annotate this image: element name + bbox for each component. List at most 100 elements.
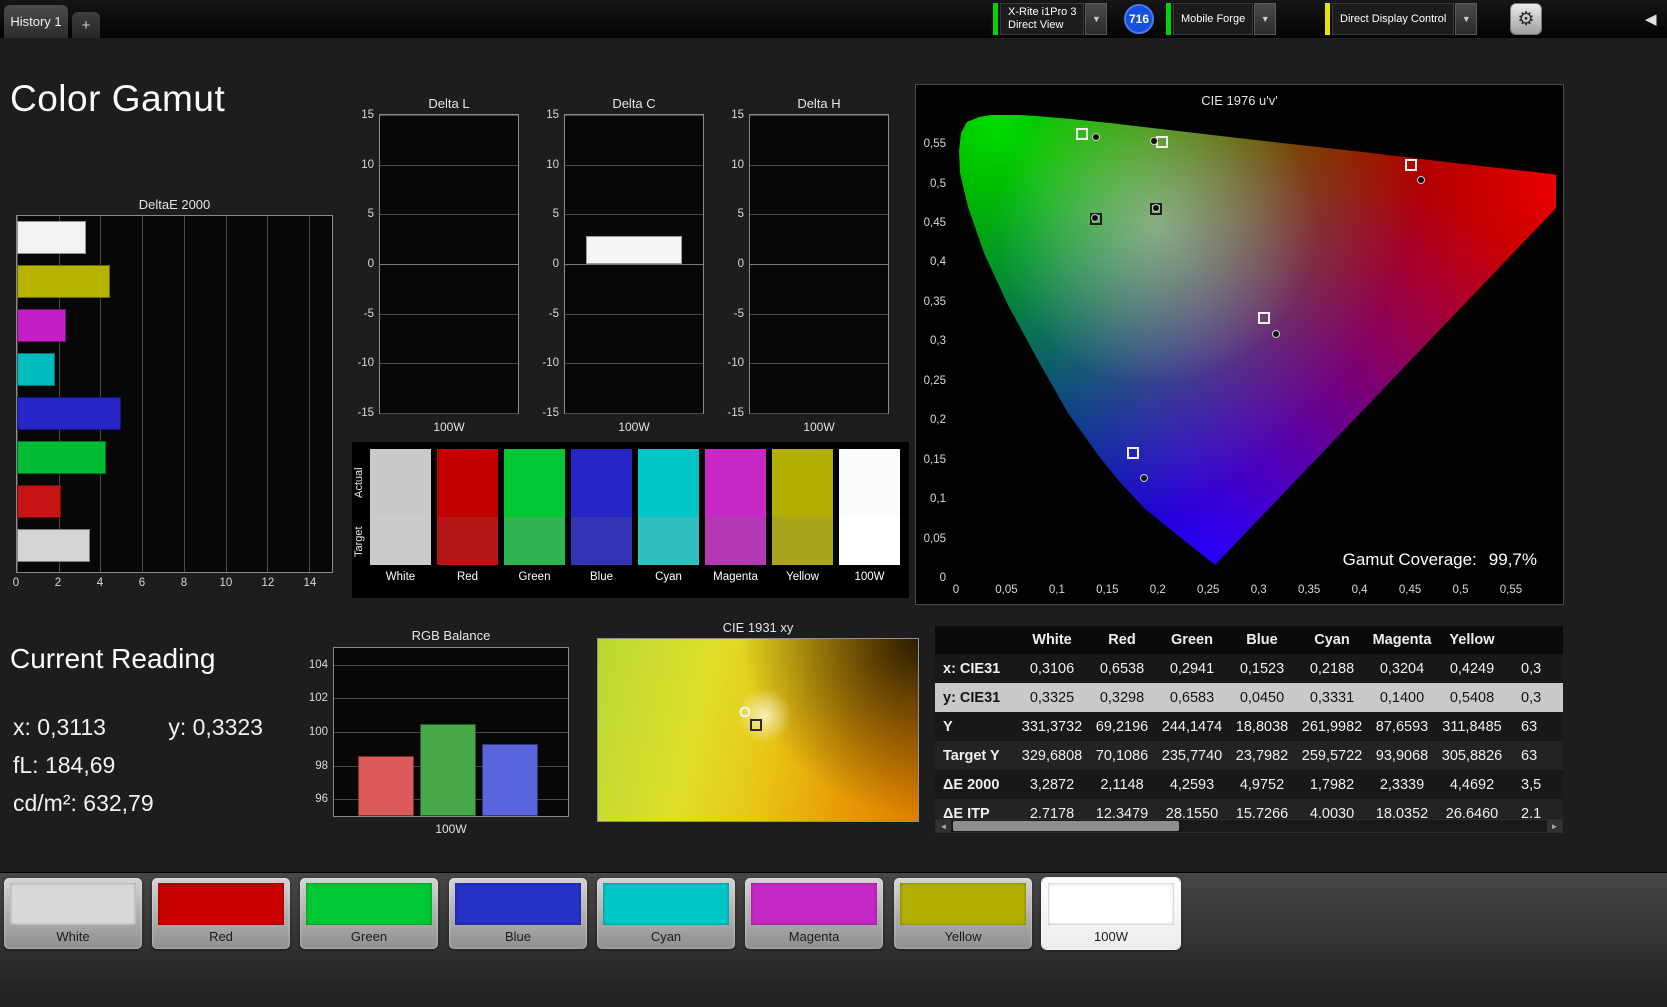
patch-swatch	[158, 883, 284, 925]
y-axis-tick-label: 0	[714, 258, 744, 270]
results-table: WhiteRedGreenBlueCyanMagentaYellow x: CI…	[935, 626, 1563, 818]
delta-bar	[586, 236, 683, 264]
x-axis-tick-label: 0,1	[1049, 584, 1065, 596]
table-row[interactable]: x: CIE31 0,31060,65380,29410,15230,21880…	[935, 654, 1563, 683]
patch-name: Blue	[571, 571, 632, 583]
tab-label: History 1	[10, 14, 61, 29]
top-toolbar: History 1 + X-Rite i1Pro 3 Direct View ▼…	[0, 0, 1667, 38]
y-axis-tick-label: 0	[940, 572, 946, 584]
table-cell: 4,2593	[1157, 777, 1227, 793]
y-axis-tick-label: 102	[298, 692, 328, 704]
patch-button-green[interactable]: Green	[300, 878, 438, 949]
settings-button[interactable]: ⚙	[1510, 3, 1542, 35]
measured-dot-yellow	[1151, 138, 1157, 144]
patch-label: 100W	[1042, 929, 1180, 944]
device-selector[interactable]: X-Rite i1Pro 3 Direct View	[1000, 3, 1084, 35]
table-header-row: WhiteRedGreenBlueCyanMagentaYellow	[935, 626, 1563, 654]
patch-swatch	[751, 883, 877, 925]
reading-fl: fL: 184,69	[13, 746, 263, 784]
table-cell: 0,1400	[1367, 690, 1437, 706]
display-control-name: Direct Display Control	[1340, 13, 1446, 26]
y-label: y:	[168, 714, 186, 740]
scroll-left-button[interactable]: ◄	[936, 820, 951, 832]
table-row-label: Y	[935, 719, 1017, 735]
deltae-bar-green	[17, 441, 106, 474]
cd-label: cd/m²:	[13, 790, 77, 816]
target-swatch	[504, 517, 565, 565]
table-row[interactable]: ΔE 2000 3,28722,11484,25934,97521,79822,…	[935, 770, 1563, 799]
x-axis-tick-label: 6	[139, 577, 145, 589]
y-axis-tick-label: 98	[298, 760, 328, 772]
source-selector[interactable]: Mobile Forge	[1173, 3, 1253, 35]
patch-column-red: Red	[437, 449, 498, 583]
table-cell: 70,1086	[1087, 748, 1157, 764]
patch-button-magenta[interactable]: Magenta	[745, 878, 883, 949]
patch-button-cyan[interactable]: Cyan	[597, 878, 735, 949]
table-cell: 0,2188	[1297, 661, 1367, 677]
patch-button-yellow[interactable]: Yellow	[894, 878, 1032, 949]
table-row[interactable]: Target Y 329,680870,1086235,774023,79822…	[935, 741, 1563, 770]
chart-title: Delta C	[564, 96, 704, 111]
actual-swatch	[571, 449, 632, 517]
cie1931-zoomed-field	[597, 638, 919, 822]
deltae2000-x-axis: 02468101214	[16, 577, 333, 591]
gamut-coverage-value: 99,7%	[1489, 550, 1537, 570]
patch-button-100w[interactable]: 100W	[1042, 878, 1180, 949]
patch-swatch	[306, 883, 432, 925]
cie1931-chart: CIE 1931 xy	[597, 620, 919, 825]
add-tab-button[interactable]: +	[72, 12, 100, 38]
measured-dot-cyan	[1092, 215, 1098, 221]
patch-button-white[interactable]: White	[4, 878, 142, 949]
device-dropdown-button[interactable]: ▼	[1085, 3, 1107, 35]
x-axis-tick-label: 4	[97, 577, 103, 589]
reading-xy: x: 0,3113 y: 0,3323	[13, 708, 263, 746]
gridline	[267, 216, 268, 572]
y-value: 0,3323	[193, 714, 263, 740]
reading-count-badge[interactable]: 716	[1124, 4, 1154, 34]
measured-point-marker	[740, 706, 751, 717]
y-axis-tick-label: 0,2	[930, 414, 946, 426]
delta-chart-delta-c: Delta C 151050-5-10-15 100W	[530, 96, 716, 441]
display-control-dropdown-button[interactable]: ▼	[1455, 3, 1477, 35]
x-axis-tick-label: 2	[55, 577, 61, 589]
y-axis-tick-label: 10	[344, 159, 374, 171]
patch-name: Cyan	[638, 571, 699, 583]
y-axis-tick-label: 0,15	[924, 454, 946, 466]
measured-dot-white	[1153, 205, 1159, 211]
y-axis-tick-label: -10	[344, 357, 374, 369]
table-scrollbar[interactable]: ◄ ►	[935, 819, 1563, 833]
rgb-bar-red	[358, 756, 414, 816]
table-row[interactable]: ΔE ITP 2,717812,347928,155015,72664,0030…	[935, 799, 1563, 818]
patch-button-blue[interactable]: Blue	[449, 878, 587, 949]
y-axis-tick-label: 10	[529, 159, 559, 171]
collapse-panel-button[interactable]: ◀	[1645, 10, 1657, 28]
patch-button-red[interactable]: Red	[152, 878, 290, 949]
x-axis-tick-label: 0,35	[1298, 584, 1320, 596]
source-dropdown-button[interactable]: ▼	[1254, 3, 1276, 35]
table-cell: 235,7740	[1157, 748, 1227, 764]
y-axis-tick-label: 0,5	[930, 178, 946, 190]
cie1931-title: CIE 1931 xy	[597, 620, 919, 635]
display-control-selector[interactable]: Direct Display Control	[1332, 3, 1454, 35]
deltae2000-chart-title: DeltaE 2000	[16, 197, 333, 212]
gridline	[380, 115, 518, 116]
deltae2000-plot-area	[16, 215, 333, 573]
target-marker-yellow	[1156, 136, 1168, 148]
tab-history-1[interactable]: History 1	[4, 5, 68, 38]
gridline	[184, 216, 185, 572]
cie1976-title: CIE 1976 u'v'	[916, 93, 1563, 108]
table-cell: 0,3106	[1017, 661, 1087, 677]
table-body: x: CIE31 0,31060,65380,29410,15230,21880…	[935, 654, 1563, 818]
table-row[interactable]: Y 331,373269,2196244,147418,8038261,9982…	[935, 712, 1563, 741]
y-axis-tick-label: -5	[714, 308, 744, 320]
table-scrollbar-thumb[interactable]	[953, 821, 1179, 831]
chevron-down-icon: ▼	[1462, 14, 1471, 24]
scroll-right-button[interactable]: ►	[1547, 820, 1562, 832]
actual-swatch	[370, 449, 431, 517]
patch-swatch	[1048, 883, 1174, 925]
gridline	[750, 115, 888, 116]
table-row-label: x: CIE31	[935, 661, 1017, 677]
patch-label: Red	[152, 929, 290, 944]
table-row[interactable]: y: CIE31 0,33250,32980,65830,04500,33310…	[935, 683, 1563, 712]
table-cell: 12,3479	[1087, 806, 1157, 819]
